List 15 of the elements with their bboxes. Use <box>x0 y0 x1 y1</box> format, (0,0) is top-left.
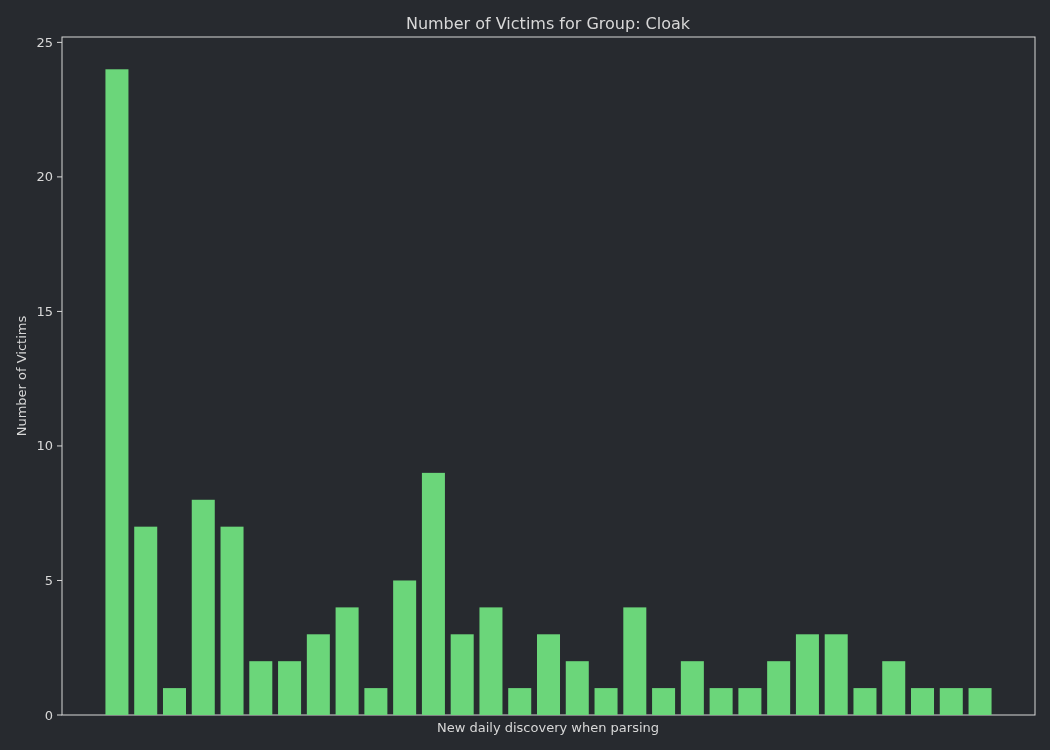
x-axis-label: New daily discovery when parsing <box>437 720 659 735</box>
y-axis-label: Number of Victims <box>14 315 29 437</box>
y-tick <box>56 580 63 581</box>
y-tick <box>56 176 63 178</box>
y-tick <box>56 41 63 43</box>
y-tick <box>56 445 63 447</box>
chart-title: Number of Victims for Group: Cloak <box>405 14 691 33</box>
y-tick <box>56 714 63 716</box>
y-tick-label: 5 <box>44 573 53 588</box>
y-tick-label: 15 <box>36 303 53 319</box>
y-tick-label: 20 <box>36 169 53 185</box>
y-tick-label: 0 <box>44 707 53 723</box>
y-tick-label: 10 <box>36 438 53 454</box>
y-tick <box>56 310 63 312</box>
y-tick-label: 25 <box>36 34 53 50</box>
